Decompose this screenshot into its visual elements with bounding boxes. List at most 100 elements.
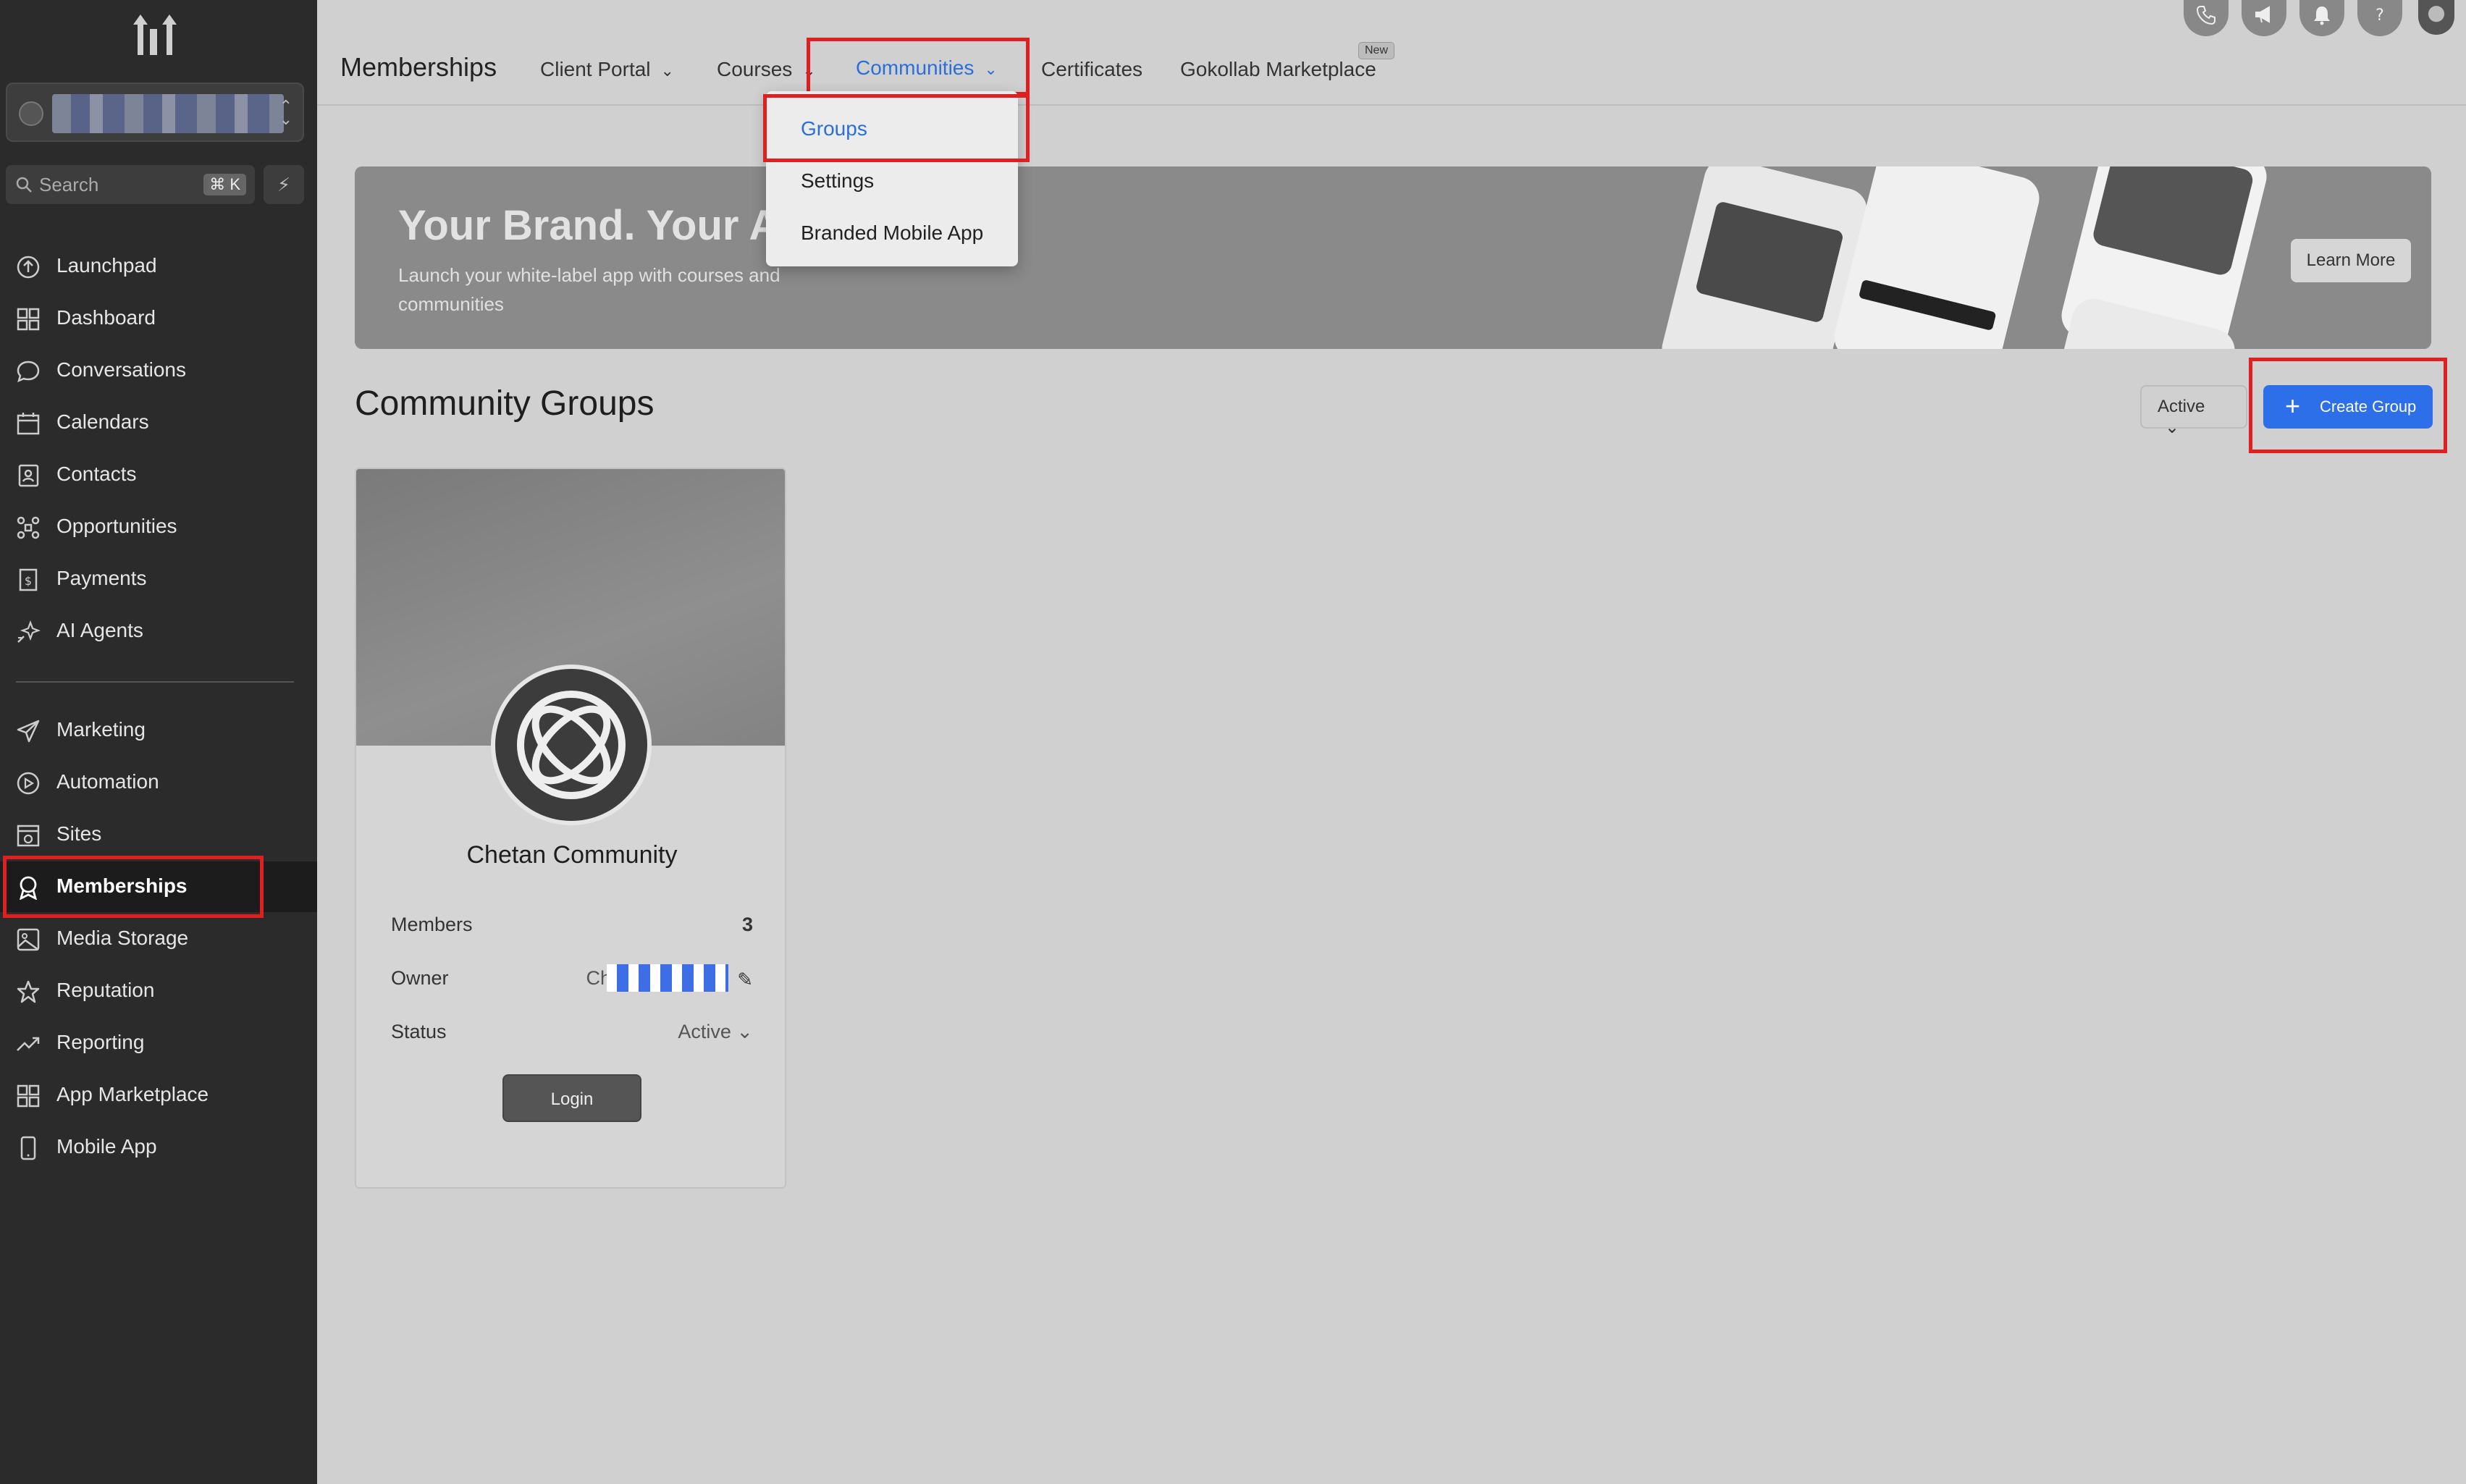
edit-pencil-icon[interactable]: ✎	[737, 969, 753, 991]
sidebar-item-dashboard[interactable]: Dashboard	[0, 293, 317, 344]
payments-icon: $	[19, 568, 38, 591]
promo-banner: Your Brand. Your App Launch your white-l…	[355, 166, 2431, 349]
sidebar-item-label: Conversations	[56, 358, 186, 381]
grid-icon	[17, 1084, 40, 1108]
new-badge: New	[1358, 42, 1395, 59]
sidebar-item-contacts[interactable]: Contacts	[0, 450, 317, 500]
sidebar-item-payments[interactable]: $ Payments	[0, 554, 317, 604]
menu-item-settings[interactable]: Settings	[801, 169, 874, 193]
tab-gokollab-marketplace[interactable]: Gokollab Marketplace	[1180, 58, 1376, 81]
opportunities-icon	[17, 516, 40, 539]
bell-icon	[2314, 7, 2330, 25]
owner-label: Owner	[391, 967, 449, 989]
chevron-down-icon: ⌄	[736, 1021, 753, 1042]
ai-agents-icon	[17, 620, 41, 643]
trend-icon	[17, 1037, 40, 1051]
status-filter-select[interactable]: Active ⌄	[2140, 385, 2247, 437]
tab-label: Client Portal	[540, 58, 651, 80]
automation-icon	[17, 772, 40, 795]
chevron-down-icon: ⌄	[2165, 418, 2180, 437]
page-title: Memberships	[340, 52, 497, 82]
help-icon: ?	[2375, 7, 2384, 25]
tab-certificates[interactable]: Certificates	[1041, 58, 1142, 81]
sidebar: ⌃ ⌄ Search ⌘ K ⚡ Launchpad Dashboard Conv…	[0, 0, 317, 1484]
chevron-down-icon: ⌄	[660, 62, 674, 80]
sidebar-item-opportunities[interactable]: Opportunities	[0, 502, 317, 552]
status-row: Status Active ⌄	[391, 1021, 753, 1043]
sidebar-item-ai-agents[interactable]: AI Agents	[0, 606, 317, 657]
sidebar-item-reputation[interactable]: Reputation	[0, 966, 317, 1016]
account-switcher[interactable]: ⌃ ⌄	[6, 83, 304, 142]
login-button[interactable]: Login	[502, 1074, 641, 1122]
owner-name-redacted	[607, 964, 728, 992]
search-icon	[16, 177, 32, 193]
tab-courses[interactable]: Courses ⌄	[717, 58, 816, 81]
highlight-groups	[763, 94, 1030, 162]
section-title: Community Groups	[355, 384, 655, 423]
sites-icon	[17, 825, 40, 847]
megaphone-icon	[2255, 6, 2270, 23]
chevron-updown-icon: ⌃ ⌄	[279, 97, 293, 128]
chat-icon	[17, 361, 40, 383]
sidebar-item-label: AI Agents	[56, 619, 143, 641]
sidebar-divider	[16, 681, 294, 683]
sidebar-item-label: Reputation	[56, 979, 155, 1001]
status-value: Active	[678, 1021, 731, 1042]
members-count: 3	[741, 914, 753, 935]
highlight-communities	[807, 38, 1030, 96]
group-name: Chetan Community	[466, 841, 678, 869]
tab-client-portal[interactable]: Client Portal ⌄	[540, 58, 674, 81]
sidebar-item-reporting[interactable]: Reporting	[0, 1018, 317, 1068]
sidebar-item-mobile-app[interactable]: Mobile App	[0, 1122, 317, 1173]
highlight-memberships	[3, 856, 264, 918]
sidebar-item-label: Calendars	[56, 410, 149, 433]
quick-action-bolt-icon[interactable]: ⚡	[264, 165, 304, 204]
send-icon	[17, 720, 40, 743]
phone-icon	[2196, 6, 2215, 25]
sidebar-item-conversations[interactable]: Conversations	[0, 345, 317, 396]
search-shortcut: ⌘ K	[203, 174, 246, 195]
sidebar-item-label: Payments	[56, 567, 147, 589]
status-dropdown[interactable]: Active ⌄	[678, 1021, 753, 1043]
sidebar-item-label: Marketing	[56, 718, 146, 741]
sidebar-item-app-marketplace[interactable]: App Marketplace	[0, 1070, 317, 1121]
svg-text:?: ?	[2375, 7, 2384, 25]
sidebar-item-label: Mobile App	[56, 1135, 157, 1158]
mobile-icon	[20, 1136, 36, 1160]
account-avatar-icon	[19, 101, 43, 126]
banner-subtitle: Launch your white-label app with courses…	[398, 264, 780, 315]
sidebar-item-label: Opportunities	[56, 515, 177, 537]
group-card[interactable]: Chetan Community Members 3 Owner Ch ✎ St…	[355, 468, 786, 1189]
tab-label: Certificates	[1041, 58, 1143, 80]
status-label: Status	[391, 1021, 447, 1042]
calendar-icon	[17, 413, 40, 435]
highlight-create-group	[2249, 358, 2447, 453]
svg-text:$: $	[25, 574, 32, 588]
brand-logo[interactable]	[129, 10, 181, 58]
account-name-redacted	[52, 94, 284, 133]
sidebar-item-marketing[interactable]: Marketing	[0, 705, 317, 756]
sidebar-item-automation[interactable]: Automation	[0, 757, 317, 808]
sidebar-item-label: Media Storage	[56, 927, 189, 949]
owner-row: Owner Ch ✎	[391, 964, 753, 992]
sidebar-item-label: Contacts	[56, 463, 137, 485]
sidebar-item-label: Automation	[56, 770, 159, 793]
user-avatar[interactable]	[2418, 0, 2454, 35]
sidebar-item-media-storage[interactable]: Media Storage	[0, 914, 317, 964]
sidebar-item-label: Sites	[56, 822, 102, 845]
sidebar-item-label: Launchpad	[56, 254, 157, 277]
members-row: Members 3	[391, 914, 753, 936]
menu-item-branded-mobile-app[interactable]: Branded Mobile App	[801, 222, 983, 245]
tab-label: Courses	[717, 58, 793, 80]
dashboard-icon	[17, 308, 40, 331]
sidebar-item-sites[interactable]: Sites	[0, 809, 317, 860]
search-input[interactable]: Search ⌘ K	[6, 165, 255, 204]
community-logo-icon	[491, 665, 652, 825]
image-icon	[17, 928, 40, 951]
learn-more-button[interactable]: Learn More	[2291, 239, 2411, 282]
sidebar-item-launchpad[interactable]: Launchpad	[0, 241, 317, 292]
contacts-icon	[18, 464, 39, 487]
sidebar-item-label: Dashboard	[56, 306, 156, 329]
sidebar-item-calendars[interactable]: Calendars	[0, 397, 317, 448]
tab-label: Gokollab Marketplace	[1180, 58, 1376, 80]
